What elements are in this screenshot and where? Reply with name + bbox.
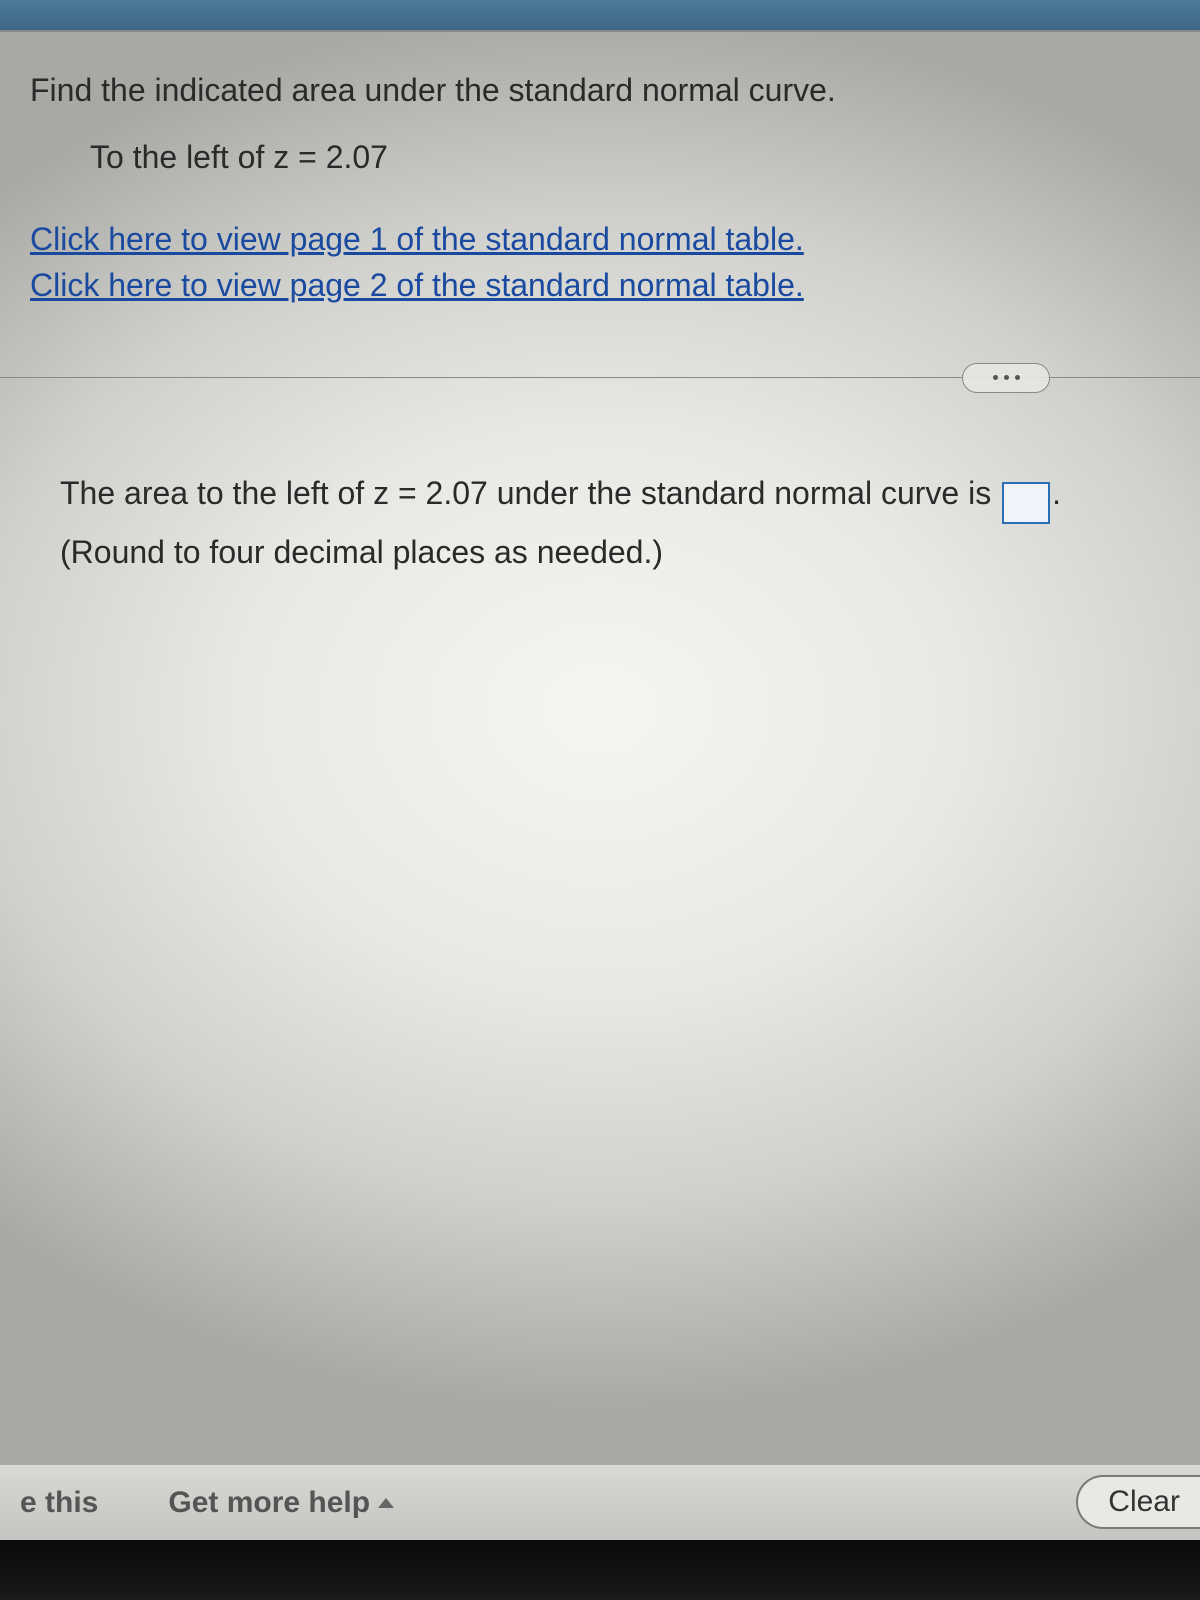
ellipsis-dot-icon xyxy=(1015,375,1020,380)
answer-text-before: The area to the left of z = 2.07 under t… xyxy=(60,475,1000,511)
link-normal-table-page-1[interactable]: Click here to view page 1 of the standar… xyxy=(30,216,1170,262)
ellipsis-dot-icon xyxy=(1004,375,1009,380)
question-panel: Find the indicated area under the standa… xyxy=(0,30,1200,1540)
answer-block: The area to the left of z = 2.07 under t… xyxy=(60,469,1150,578)
section-divider xyxy=(30,359,1170,399)
reference-links: Click here to view page 1 of the standar… xyxy=(30,216,1170,309)
answer-input[interactable] xyxy=(1002,482,1050,524)
answer-text-after: . xyxy=(1052,475,1061,511)
footer-bar: e this Get more help Clear xyxy=(0,1464,1200,1540)
caret-up-icon xyxy=(378,1498,394,1508)
get-more-help-button[interactable]: Get more help xyxy=(168,1486,394,1520)
e-this-button[interactable]: e this xyxy=(20,1486,98,1520)
clear-button[interactable]: Clear xyxy=(1076,1475,1200,1529)
ellipsis-dot-icon xyxy=(993,375,998,380)
link-normal-table-page-2[interactable]: Click here to view page 2 of the standar… xyxy=(30,262,1170,308)
os-taskbar xyxy=(0,1540,1200,1600)
more-options-button[interactable] xyxy=(962,363,1050,393)
question-prompt: Find the indicated area under the standa… xyxy=(30,72,1170,109)
question-sub-prompt: To the left of z = 2.07 xyxy=(90,139,1170,176)
rounding-hint: (Round to four decimal places as needed.… xyxy=(60,528,1150,578)
get-more-help-label: Get more help xyxy=(168,1486,370,1520)
